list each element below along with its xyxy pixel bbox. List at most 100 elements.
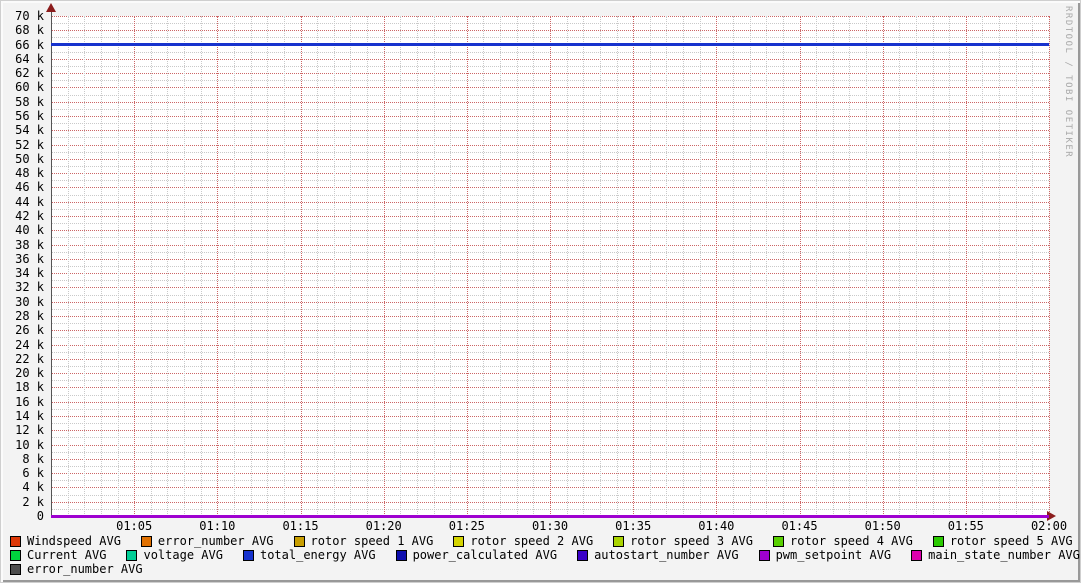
y-tick-label: 42 k [2, 210, 44, 222]
legend-label: autostart_number AVG [594, 548, 739, 562]
y-tick-label: 66 k [2, 39, 44, 51]
legend-label: total_energy AVG [260, 548, 376, 562]
legend-swatch-icon [243, 550, 254, 561]
gridline-vertical [267, 16, 268, 516]
legend-item-total-energy-avg: total_energy AVG [243, 548, 376, 562]
gridline-vertical [733, 16, 734, 516]
gridline-vertical [1032, 16, 1033, 516]
gridline-vertical [1049, 16, 1050, 516]
legend-swatch-icon [911, 550, 922, 561]
y-tick-label: 0 [2, 510, 44, 522]
x-tick-label: 01:55 [944, 520, 988, 532]
gridline-vertical [650, 16, 651, 516]
y-tick-label: 68 k [2, 24, 44, 36]
y-tick-label: 28 k [2, 310, 44, 322]
y-tick-label: 44 k [2, 196, 44, 208]
x-tick-label: 01:15 [279, 520, 323, 532]
y-axis-arrow-icon [46, 3, 56, 12]
legend-row: Windspeed AVG error_number AVG rotor speed… [10, 534, 1080, 548]
x-tick-label: 01:40 [694, 520, 738, 532]
gridline-vertical [434, 16, 435, 516]
y-tick-label: 70 k [2, 10, 44, 22]
x-tick-label: 01:10 [195, 520, 239, 532]
gridline-vertical [750, 16, 751, 516]
gridline-vertical [184, 16, 185, 516]
legend-swatch-icon [10, 536, 21, 547]
gridline-vertical [999, 16, 1000, 516]
gridline-vertical [899, 16, 900, 516]
gridline-vertical [517, 16, 518, 516]
gridline-vertical [483, 16, 484, 516]
legend-swatch-icon [933, 536, 944, 547]
legend-item-error-number-avg: error_number AVG [10, 562, 143, 576]
x-tick-label: 01:05 [112, 520, 156, 532]
gridline-vertical [816, 16, 817, 516]
y-tick-label: 14 k [2, 410, 44, 422]
y-tick-label: 10 k [2, 439, 44, 451]
gridline-vertical [217, 16, 218, 516]
y-tick-label: 40 k [2, 224, 44, 236]
legend-label: power_calculated AVG [413, 548, 558, 562]
legend-label: error_number AVG [158, 534, 274, 548]
legend-label: error_number AVG [27, 562, 143, 576]
gridline-vertical [533, 16, 534, 516]
legend-label: rotor speed 4 AVG [790, 534, 913, 548]
y-tick-label: 4 k [2, 481, 44, 493]
legend-swatch-icon [10, 564, 21, 575]
y-tick-label: 32 k [2, 281, 44, 293]
legend-item-main-state-number-avg: main_state_number AVG [911, 548, 1080, 562]
y-tick-label: 16 k [2, 396, 44, 408]
gridline-vertical [68, 16, 69, 516]
gridline-vertical [567, 16, 568, 516]
gridline-vertical [933, 16, 934, 516]
legend-item-windspeed-avg: Windspeed AVG [10, 534, 121, 548]
x-tick-label: 01:50 [861, 520, 905, 532]
watermark: RRDTOOL / TOBI OETIKER [1063, 6, 1073, 158]
gridline-vertical [949, 16, 950, 516]
x-tick-label: 01:35 [611, 520, 655, 532]
legend-swatch-icon [126, 550, 137, 561]
x-tick-label: 01:20 [362, 520, 406, 532]
legend-label: rotor speed 1 AVG [311, 534, 434, 548]
legend-row: Current AVG voltage AVG total_energy AVG po… [10, 548, 1080, 562]
legend-item-rotor-speed-4-avg: rotor speed 4 AVG [773, 534, 913, 548]
gridline-vertical [1016, 16, 1017, 516]
legend-label: Current AVG [27, 548, 106, 562]
y-tick-label: 34 k [2, 267, 44, 279]
legend-item-voltage-avg: voltage AVG [126, 548, 222, 562]
y-tick-label: 2 k [2, 496, 44, 508]
y-tick-label: 12 k [2, 424, 44, 436]
gridline-vertical [600, 16, 601, 516]
legend-swatch-icon [759, 550, 770, 561]
gridline-vertical [633, 16, 634, 516]
y-tick-label: 50 k [2, 153, 44, 165]
y-tick-label: 52 k [2, 139, 44, 151]
gridline-vertical [118, 16, 119, 516]
legend-item-rotor-speed-2-avg: rotor speed 2 AVG [453, 534, 593, 548]
gridline-vertical [550, 16, 551, 516]
y-tick-label: 26 k [2, 324, 44, 336]
legend-row: error_number AVG [10, 562, 1080, 576]
gridline-vertical [334, 16, 335, 516]
legend-label: voltage AVG [143, 548, 222, 562]
gridline-vertical [500, 16, 501, 516]
legend-swatch-icon [141, 536, 152, 547]
y-tick-label: 30 k [2, 296, 44, 308]
y-tick-label: 64 k [2, 53, 44, 65]
y-tick-label: 48 k [2, 167, 44, 179]
legend-item-power-calculated-avg: power_calculated AVG [396, 548, 558, 562]
legend-item-current-avg: Current AVG [10, 548, 106, 562]
legend-item-autostart-number-avg: autostart_number AVG [577, 548, 739, 562]
gridline-vertical [151, 16, 152, 516]
y-tick-label: 46 k [2, 181, 44, 193]
y-tick-label: 38 k [2, 239, 44, 251]
gridline-vertical [766, 16, 767, 516]
y-tick-label: 60 k [2, 81, 44, 93]
y-tick-label: 22 k [2, 353, 44, 365]
y-tick-label: 62 k [2, 67, 44, 79]
x-tick-label: 01:25 [445, 520, 489, 532]
gridline-vertical [467, 16, 468, 516]
gridline-vertical [883, 16, 884, 516]
y-tick-label: 6 k [2, 467, 44, 479]
gridline-vertical [982, 16, 983, 516]
